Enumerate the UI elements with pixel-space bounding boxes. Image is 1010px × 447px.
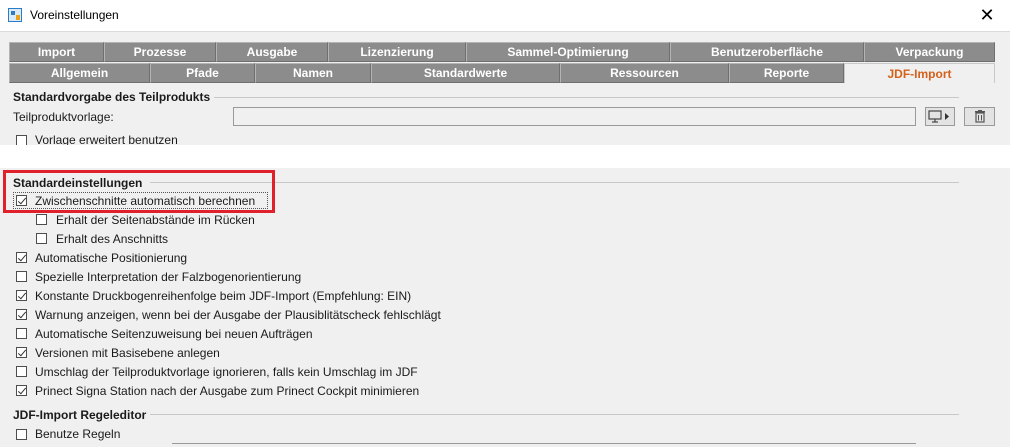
umschlag-checkbox[interactable] <box>16 366 27 377</box>
white-gap <box>0 145 1010 168</box>
section-divider <box>150 414 959 415</box>
tab-jdf-import[interactable]: JDF-Import <box>844 63 995 83</box>
tab-verpackung[interactable]: Verpackung <box>864 42 995 62</box>
tab-lizenzierung[interactable]: Lizenzierung <box>328 42 466 62</box>
falzbogen-checkbox[interactable] <box>16 271 27 282</box>
seitenzuweisung-checkbox[interactable] <box>16 328 27 339</box>
seitenabstaende-label: Erhalt der Seitenabstände im Rücken <box>56 213 255 227</box>
tab-row-1: Import Prozesse Ausgabe Lizenzierung Sam… <box>9 42 995 62</box>
tab-ausgabe[interactable]: Ausgabe <box>216 42 328 62</box>
highlight-annotation <box>3 170 275 213</box>
anschnitt-checkbox[interactable] <box>36 233 47 244</box>
signa-station-checkbox[interactable] <box>16 385 27 396</box>
seitenzuweisung-label: Automatische Seitenzuweisung bei neuen A… <box>35 327 313 341</box>
warnung-label: Warnung anzeigen, wenn bei der Ausgabe d… <box>35 308 441 322</box>
druckbogen-checkbox[interactable] <box>16 290 27 301</box>
druckbogen-label: Konstante Druckbogenreihenfolge beim JDF… <box>35 289 412 303</box>
section-divider <box>214 97 959 98</box>
trash-icon <box>974 110 985 123</box>
benutze-regeln-checkbox[interactable] <box>16 429 27 440</box>
tab-standardwerte[interactable]: Standardwerte <box>371 63 560 83</box>
section-regeleditor-title: JDF-Import Regeleditor <box>13 408 147 422</box>
versionen-label: Versionen mit Basisebene anlegen <box>35 346 220 360</box>
tab-sammel-optimierung[interactable]: Sammel-Optimierung <box>466 42 670 62</box>
versionen-checkbox[interactable] <box>16 347 27 358</box>
positionierung-label: Automatische Positionierung <box>35 251 188 265</box>
benutze-regeln-label: Benutze Regeln <box>35 427 121 441</box>
select-template-button[interactable] <box>925 107 955 126</box>
app-icon <box>8 8 22 22</box>
delete-button[interactable] <box>964 107 995 126</box>
falzbogen-label: Spezielle Interpretation der Falzbogenor… <box>35 270 302 284</box>
tab-ressourcen[interactable]: Ressourcen <box>560 63 729 83</box>
tab-import[interactable]: Import <box>9 42 104 62</box>
tab-benutzeroberflaeche[interactable]: Benutzeroberfläche <box>670 42 864 62</box>
tab-namen[interactable]: Namen <box>255 63 371 83</box>
anschnitt-label: Erhalt des Anschnitts <box>56 232 169 246</box>
seitenabstaende-checkbox[interactable] <box>36 214 47 225</box>
signa-station-label: Prinect Signa Station nach der Ausgabe z… <box>35 384 420 398</box>
tab-reporte[interactable]: Reporte <box>729 63 844 83</box>
monitor-arrow-icon <box>928 110 949 123</box>
tab-row-2: Allgemein Pfade Namen Standardwerte Ress… <box>9 63 995 83</box>
positionierung-checkbox[interactable] <box>16 252 27 263</box>
teilproduktvorlage-field[interactable] <box>233 107 916 126</box>
window-title: Voreinstellungen <box>30 8 119 22</box>
warnung-checkbox[interactable] <box>16 309 27 320</box>
regel-field[interactable] <box>172 443 916 447</box>
teilproduktvorlage-label: Teilproduktvorlage: <box>13 110 114 124</box>
tab-allgemein[interactable]: Allgemein <box>9 63 150 83</box>
umschlag-label: Umschlag der Teilproduktvorlage ignorier… <box>35 365 418 379</box>
tab-pfade[interactable]: Pfade <box>150 63 255 83</box>
close-button[interactable]: ✕ <box>964 0 1010 31</box>
tab-prozesse[interactable]: Prozesse <box>104 42 216 62</box>
title-bar: Voreinstellungen ✕ <box>0 0 1010 32</box>
section-teilprodukt-title: Standardvorgabe des Teilprodukts <box>13 90 211 104</box>
